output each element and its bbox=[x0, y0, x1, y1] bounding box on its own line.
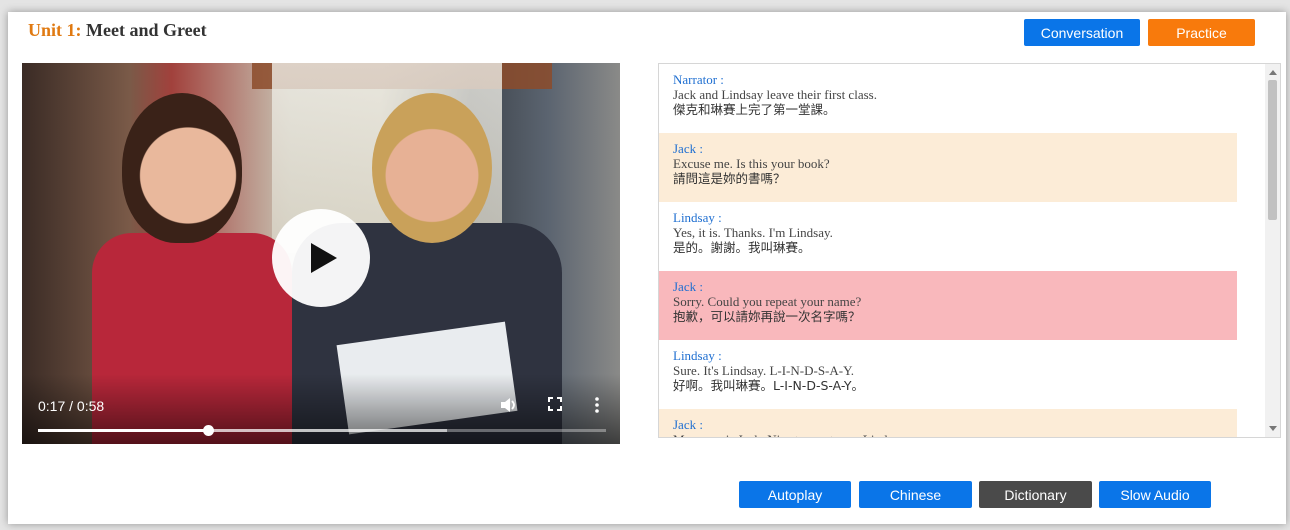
seek-bar[interactable] bbox=[38, 425, 606, 436]
english-text: Sorry. Could you repeat your name? bbox=[673, 293, 862, 309]
time-display: 0:17 / 0:58 bbox=[38, 398, 105, 414]
speaker-name: Jack : bbox=[673, 417, 703, 432]
transcript-line[interactable]: Jack :My name is Jack. Nice to meet you,… bbox=[659, 409, 1237, 437]
transcript-line[interactable]: Jack : Sorry. Could you repeat your name?… bbox=[659, 271, 1237, 340]
volume-icon[interactable] bbox=[499, 396, 517, 419]
controls-gradient bbox=[22, 374, 620, 444]
transcript-panel[interactable]: Narrator : Jack and Lindsay leave their f… bbox=[658, 63, 1281, 438]
slow-audio-button[interactable]: Slow Audio bbox=[1099, 481, 1211, 508]
scroll-down-icon[interactable] bbox=[1269, 426, 1277, 431]
english-text: Yes, it is. Thanks. I'm Lindsay. bbox=[673, 224, 833, 240]
english-text: My name is Jack. Nice to meet you, Linds… bbox=[673, 432, 1223, 437]
fullscreen-icon[interactable] bbox=[547, 396, 563, 417]
speaker-name: Narrator : bbox=[673, 72, 724, 87]
speaker-name: Lindsay : bbox=[673, 348, 722, 363]
play-icon bbox=[311, 243, 337, 273]
chinese-button[interactable]: Chinese bbox=[859, 481, 972, 508]
page-title: Unit 1: Meet and Greet bbox=[28, 20, 207, 41]
unit-label: Unit 1: bbox=[28, 20, 82, 40]
video-frame-detail bbox=[372, 93, 492, 243]
video-player[interactable]: 0:17 / 0:58 bbox=[22, 63, 620, 444]
speaker-name: Lindsay : bbox=[673, 210, 722, 225]
dictionary-button[interactable]: Dictionary bbox=[979, 481, 1092, 508]
transcript-line[interactable]: Jack : Excuse me. Is this your book? 請問這是妳… bbox=[659, 133, 1237, 202]
autoplay-button[interactable]: Autoplay bbox=[739, 481, 851, 508]
speaker-name: Jack : bbox=[673, 141, 703, 156]
chinese-text: 傑克和琳賽上完了第一堂課。 bbox=[673, 102, 836, 117]
english-text: Sure. It's Lindsay. L-I-N-D-S-A-Y. bbox=[673, 362, 855, 378]
transcript-list: Narrator : Jack and Lindsay leave their f… bbox=[659, 64, 1237, 437]
english-text: Jack and Lindsay leave their first class… bbox=[673, 86, 877, 102]
play-button[interactable] bbox=[272, 209, 370, 307]
chinese-text: 好啊。我叫琳賽。L-I-N-D-S-A-Y。 bbox=[673, 378, 865, 393]
speaker-name: Jack : bbox=[673, 279, 703, 294]
video-frame-detail bbox=[122, 93, 242, 243]
practice-button[interactable]: Practice bbox=[1148, 19, 1255, 46]
more-vert-icon[interactable] bbox=[594, 396, 600, 419]
transcript-line[interactable]: Narrator : Jack and Lindsay leave their f… bbox=[659, 64, 1237, 133]
scroll-up-icon[interactable] bbox=[1269, 70, 1277, 75]
scroll-thumb[interactable] bbox=[1268, 80, 1277, 220]
transcript-line[interactable]: Lindsay : Yes, it is. Thanks. I'm Lindsay… bbox=[659, 202, 1237, 271]
unit-title: Meet and Greet bbox=[86, 20, 207, 40]
transcript-line[interactable]: Lindsay : Sure. It's Lindsay. L-I-N-D-S-A… bbox=[659, 340, 1237, 409]
chinese-text: 是的。謝謝。我叫琳賽。 bbox=[673, 240, 811, 255]
chinese-text: 請問這是妳的書嗎？ bbox=[673, 171, 786, 186]
english-text: Excuse me. Is this your book? bbox=[673, 155, 830, 171]
transcript-scrollbar[interactable] bbox=[1265, 64, 1280, 437]
conversation-button[interactable]: Conversation bbox=[1024, 19, 1140, 46]
chinese-text: 抱歉，可以請妳再說一次名字嗎？ bbox=[673, 309, 861, 324]
played-bar bbox=[38, 429, 209, 432]
